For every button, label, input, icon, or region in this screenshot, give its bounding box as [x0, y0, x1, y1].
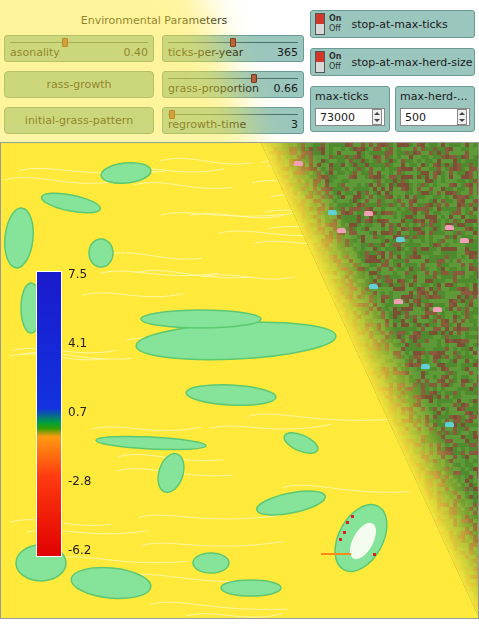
switch-toggle[interactable] [315, 51, 325, 73]
cow-icon [460, 238, 469, 243]
spinner-icon[interactable] [457, 109, 467, 125]
input-box: max-ticks 73000 [310, 86, 390, 132]
light-glow [0, 0, 479, 142]
spinner-icon[interactable] [372, 109, 382, 125]
slider-thumb[interactable] [62, 38, 68, 47]
switch[interactable]: On Off stop-at-max-herd-size [310, 48, 475, 76]
legend-tick: 7.5 [68, 267, 91, 281]
cow-icon [396, 237, 405, 242]
slider-value: 0.66 [274, 83, 299, 95]
legend-tick: -6.2 [68, 543, 91, 557]
switch-label: stop-at-max-herd-size [352, 56, 473, 69]
cow-icon [337, 228, 346, 233]
cow-icon [421, 364, 430, 369]
slider-track[interactable] [168, 38, 298, 47]
stop-controls: On Off stop-at-max-ticks On Off stop-at-… [310, 10, 475, 142]
switch[interactable]: On Off stop-at-max-ticks [310, 10, 475, 38]
cow-icon [394, 299, 403, 304]
slider-track[interactable] [10, 38, 148, 47]
slider-label: regrowth-time [168, 119, 246, 131]
color-legend: 7.54.10.7-2.8-6.2 [36, 271, 91, 557]
switch-off-label: Off [329, 62, 342, 72]
cow-icon [364, 211, 373, 216]
input-row: max-ticks 73000 max-herd-... 500 [310, 86, 475, 132]
input-value: 73000 [320, 111, 355, 124]
legend-tick: -2.8 [68, 474, 91, 488]
switch-label: stop-at-max-ticks [352, 18, 448, 31]
input-field[interactable]: 500 [400, 108, 470, 126]
switch-off-label: Off [329, 24, 342, 34]
slider-label: asonality [10, 47, 60, 59]
legend-bar [36, 271, 62, 557]
legend-tick: 4.1 [68, 336, 91, 350]
world-view: 7.5 4.1 0.7 -2.8 -6.2 [0, 142, 479, 619]
cow-icon [445, 422, 454, 427]
slider[interactable]: grass-proportion 0.66 [162, 71, 304, 98]
switch-on-label: On [329, 52, 342, 62]
slider-thumb[interactable] [251, 74, 257, 83]
slider-thumb[interactable] [169, 110, 175, 119]
switch-on-label: On [329, 14, 342, 24]
button[interactable]: rass-growth [4, 71, 154, 98]
slider-value: 0.40 [124, 47, 149, 59]
slider-value: 365 [277, 47, 298, 59]
slider-label: grass-proportion [168, 83, 259, 95]
input-field[interactable]: 73000 [315, 108, 385, 126]
widget-grid: asonality 0.40 ticks-per-year 365 rass-gr… [4, 35, 304, 134]
slider-value: 3 [291, 119, 298, 131]
cow-icon [369, 284, 378, 289]
input-box: max-herd-... 500 [395, 86, 475, 132]
cow-icon [433, 307, 442, 312]
input-value: 500 [405, 111, 426, 124]
parameters-group: Environmental Parameters asonality 0.40 … [4, 10, 304, 142]
cow-icon [328, 210, 337, 215]
slider[interactable]: asonality 0.40 [4, 35, 154, 62]
input-label: max-herd-... [400, 90, 470, 108]
netlogo-interface: Environmental Parameters asonality 0.40 … [0, 0, 479, 638]
switch-toggle[interactable] [315, 13, 325, 35]
cow-icon [294, 161, 303, 166]
slider-track[interactable] [168, 110, 298, 119]
slider-track[interactable] [168, 74, 298, 83]
slider-thumb[interactable] [230, 38, 236, 47]
slider[interactable]: ticks-per-year 365 [162, 35, 304, 62]
group-title: Environmental Parameters [4, 10, 304, 35]
input-label: max-ticks [315, 90, 385, 108]
slider[interactable]: regrowth-time 3 [162, 107, 304, 134]
interface-panel: Environmental Parameters asonality 0.40 … [0, 0, 479, 142]
cow-icon [445, 225, 454, 230]
slider-label: ticks-per-year [168, 47, 243, 59]
button[interactable]: initial-grass-pattern [4, 107, 154, 134]
legend-tick: 0.7 [68, 405, 91, 419]
